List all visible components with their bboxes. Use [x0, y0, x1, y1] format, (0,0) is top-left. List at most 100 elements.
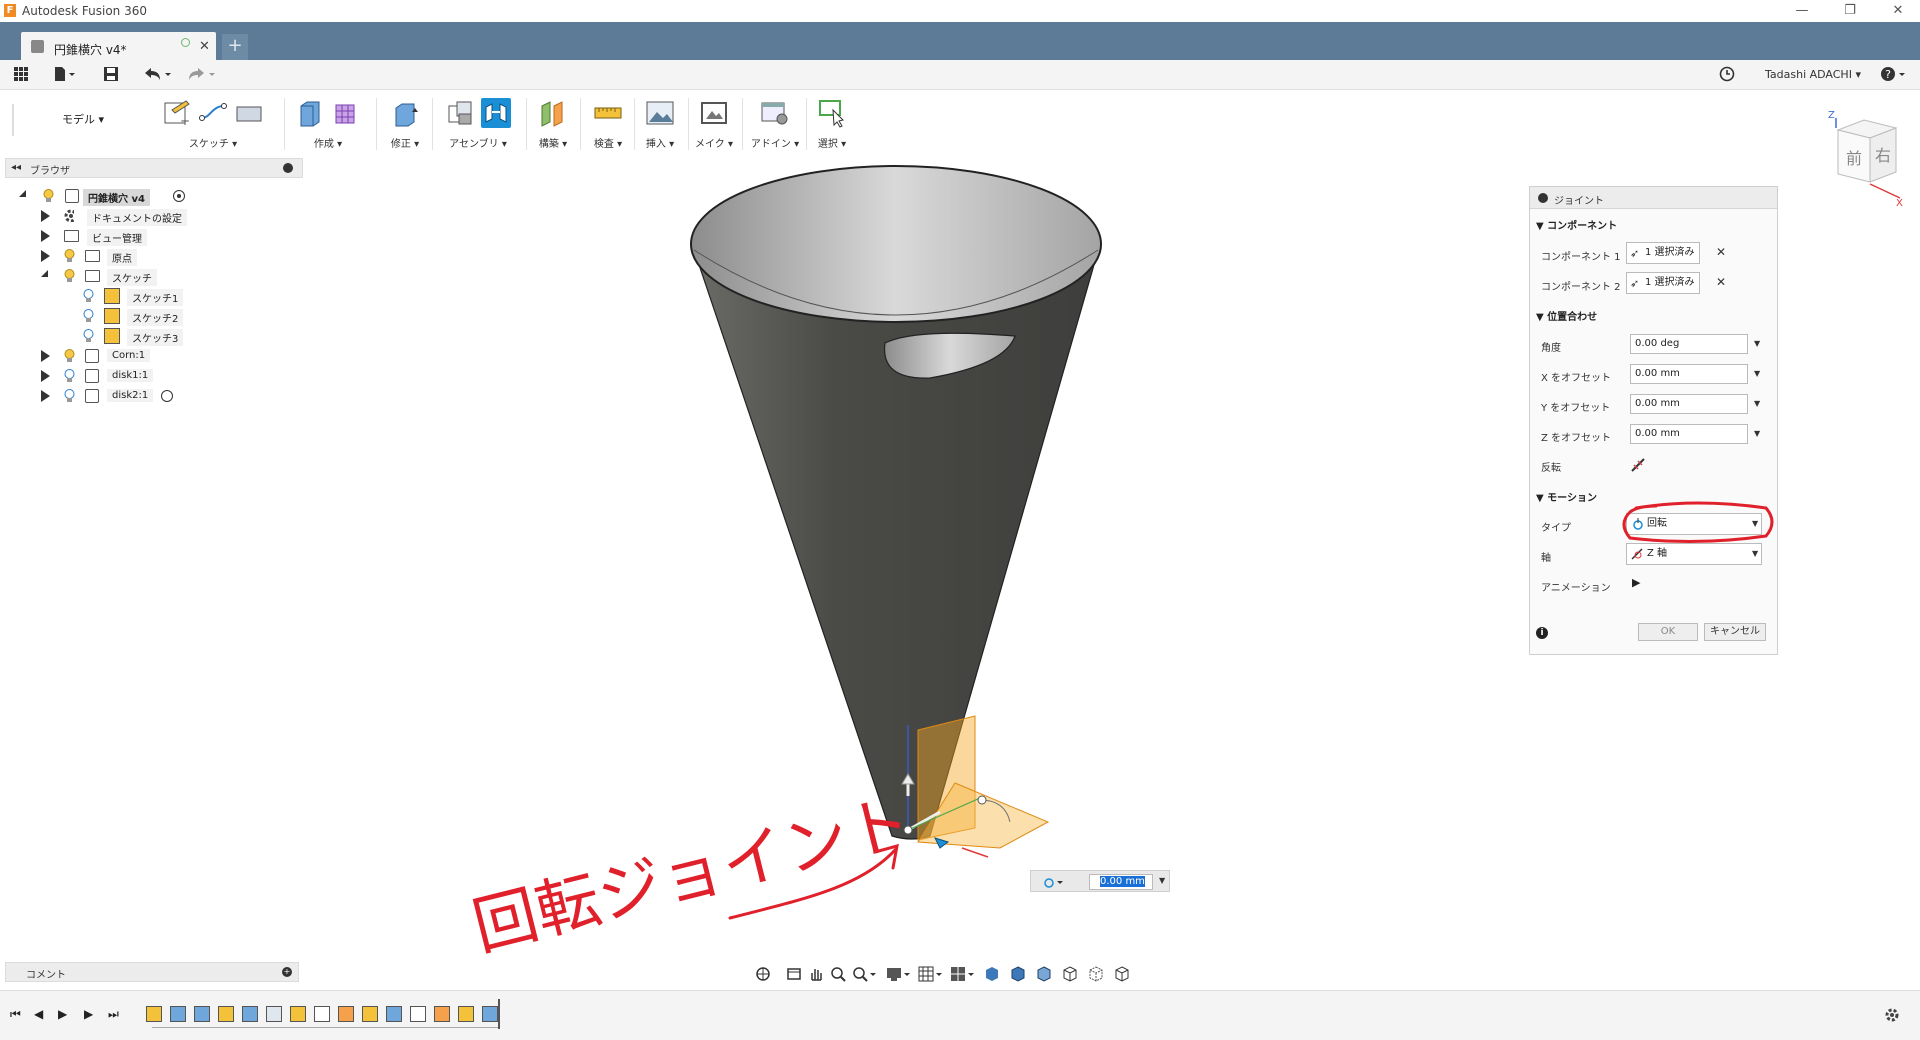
sketch-group[interactable]: + スケッチ ▾ [158, 94, 268, 152]
ok-button[interactable]: OK [1638, 623, 1698, 641]
add-comment-icon[interactable]: + [282, 967, 292, 977]
wireframe-cube-icon[interactable] [1062, 966, 1078, 982]
tree-item-sketch2[interactable]: スケッチ2 [5, 306, 305, 326]
new-tab-button[interactable]: + [222, 34, 248, 60]
data-panel-grid-icon[interactable] [12, 66, 30, 84]
info-icon[interactable]: i [1536, 627, 1548, 639]
construct-group[interactable]: 構築 ▾ [530, 94, 576, 152]
collapse-triangle-icon[interactable] [41, 270, 48, 277]
extrude-icon[interactable] [295, 98, 325, 128]
axis-dropdown-icon[interactable]: ▼ [1752, 549, 1758, 558]
timeline-move-icon[interactable] [266, 1006, 282, 1022]
visibility-bulb-icon[interactable] [64, 369, 75, 383]
timeline-extrude-icon[interactable] [242, 1006, 258, 1022]
insert-image-icon[interactable] [645, 98, 675, 128]
angle-input[interactable]: 0.00 deg [1630, 334, 1748, 354]
timeline-sketch-icon[interactable] [146, 1006, 162, 1022]
visibility-bulb-icon[interactable] [64, 349, 75, 363]
z-offset-dropdown-icon[interactable]: ▼ [1754, 429, 1760, 438]
z-offset-input[interactable]: 0.00 mm [1630, 424, 1748, 444]
revolute-motion-icon[interactable] [1043, 875, 1065, 889]
visibility-bulb-icon[interactable] [64, 389, 75, 403]
expand-triangle-icon[interactable] [41, 230, 50, 242]
cone-body[interactable] [691, 243, 1101, 840]
3d-print-icon[interactable] [699, 98, 729, 128]
display-settings-icon[interactable] [886, 966, 912, 982]
tree-item-origin[interactable]: 原点 [5, 246, 305, 266]
tree-item-sketch1[interactable]: スケッチ1 [5, 286, 305, 306]
clear-component2-icon[interactable]: ✕ [1716, 275, 1726, 289]
timeline-marker[interactable] [498, 999, 500, 1029]
tree-item-corn[interactable]: Corn:1 [5, 346, 305, 366]
timeline-previous-icon[interactable]: ◀ [34, 1007, 43, 1021]
y-offset-input[interactable]: 0.00 mm [1630, 394, 1748, 414]
timeline-settings-gear-icon[interactable] [1884, 1007, 1900, 1023]
timeline-sketch-icon[interactable] [218, 1006, 234, 1022]
job-status-clock-icon[interactable] [1718, 66, 1736, 84]
timeline-component-icon[interactable] [410, 1006, 426, 1022]
play-animation-icon[interactable]: ▶ [1632, 576, 1640, 589]
shaded-cube-icon[interactable] [984, 966, 1000, 982]
undo-icon[interactable] [142, 66, 174, 84]
user-account-menu[interactable]: Tadashi ADACHI ▾ [1765, 68, 1861, 81]
look-at-icon[interactable] [786, 966, 802, 982]
orbit-icon[interactable] [756, 966, 772, 982]
create-group[interactable]: 作成 ▾ [290, 94, 366, 152]
clear-component1-icon[interactable]: ✕ [1716, 245, 1726, 259]
tree-item-disk1[interactable]: disk1:1 [5, 366, 305, 386]
section-motion[interactable]: ▼ モーション [1536, 489, 1597, 504]
file-menu-icon[interactable] [52, 66, 78, 84]
expand-triangle-icon[interactable] [41, 210, 50, 222]
gizmo-distance-field[interactable]: 0.00 mm [1089, 874, 1153, 890]
timeline-plane-icon[interactable] [338, 1006, 354, 1022]
timeline-play-icon[interactable]: ▶ [58, 1007, 67, 1021]
collapse-panel-icon[interactable]: ◂◂ [11, 162, 21, 173]
tree-item-sketch3[interactable]: スケッチ3 [5, 326, 305, 346]
activate-radio-icon[interactable] [173, 190, 185, 202]
workspace-switcher[interactable]: モデル ▾ [12, 104, 152, 136]
tree-item-sketches[interactable]: スケッチ [5, 266, 305, 286]
timeline-next-icon[interactable]: ▶ [84, 1007, 93, 1021]
gizmo-dropdown-icon[interactable]: ▼ [1159, 876, 1165, 885]
form-icon[interactable] [331, 98, 361, 128]
joint-icon[interactable] [481, 98, 511, 128]
save-icon[interactable] [102, 66, 120, 84]
view-cube[interactable]: 前 右 Z X [1808, 108, 1908, 209]
offset-plane-icon[interactable] [538, 98, 568, 128]
grid-snap-icon[interactable] [918, 966, 944, 982]
create-sketch-icon[interactable]: + [162, 98, 192, 128]
expand-triangle-icon[interactable] [41, 350, 50, 362]
timeline-last-icon[interactable]: ⏭ [108, 1007, 119, 1022]
fit-icon[interactable] [852, 966, 878, 982]
axis-select[interactable]: Z 軸 [1626, 543, 1762, 565]
tree-item-disk2[interactable]: disk2:1 [5, 386, 305, 406]
activate-radio-icon[interactable] [161, 390, 173, 402]
select-group[interactable]: 選択 ▾ [810, 94, 854, 152]
pin-panel-icon[interactable] [283, 163, 293, 173]
select-icon[interactable] [817, 98, 847, 128]
rotation-handle-icon[interactable] [977, 795, 987, 805]
section-alignment[interactable]: ▼ 位置合わせ [1536, 308, 1597, 323]
expand-triangle-icon[interactable] [41, 390, 50, 402]
x-offset-dropdown-icon[interactable]: ▼ [1754, 369, 1760, 378]
comments-panel[interactable]: コメント + [5, 962, 299, 982]
timeline-sketch-icon[interactable] [458, 1006, 474, 1022]
timeline-sketch-icon[interactable] [290, 1006, 306, 1022]
timeline-plane-icon[interactable] [434, 1006, 450, 1022]
document-tab[interactable]: 円錐横穴 v4* ✕ [21, 32, 216, 62]
shaded-edges-cube-icon[interactable] [1010, 966, 1026, 982]
visibility-bulb-icon[interactable] [83, 329, 94, 343]
addins-group[interactable]: アドイン ▾ [748, 94, 802, 152]
visibility-bulb-icon[interactable] [43, 189, 54, 203]
dialog-collapse-icon[interactable] [1538, 193, 1548, 203]
modify-group[interactable]: 修正 ▾ [380, 94, 430, 152]
help-icon[interactable]: ? [1880, 66, 1908, 84]
angle-dropdown-icon[interactable]: ▼ [1754, 339, 1760, 348]
press-pull-icon[interactable] [390, 98, 420, 128]
tree-item-named-views[interactable]: ビュー管理 [5, 226, 305, 246]
hidden-edges-cube-icon[interactable] [1036, 966, 1052, 982]
visible-edges-cube-icon[interactable] [1114, 966, 1130, 982]
measure-icon[interactable] [593, 98, 623, 128]
redo-icon[interactable] [186, 66, 218, 84]
timeline-extrude-icon[interactable] [170, 1006, 186, 1022]
